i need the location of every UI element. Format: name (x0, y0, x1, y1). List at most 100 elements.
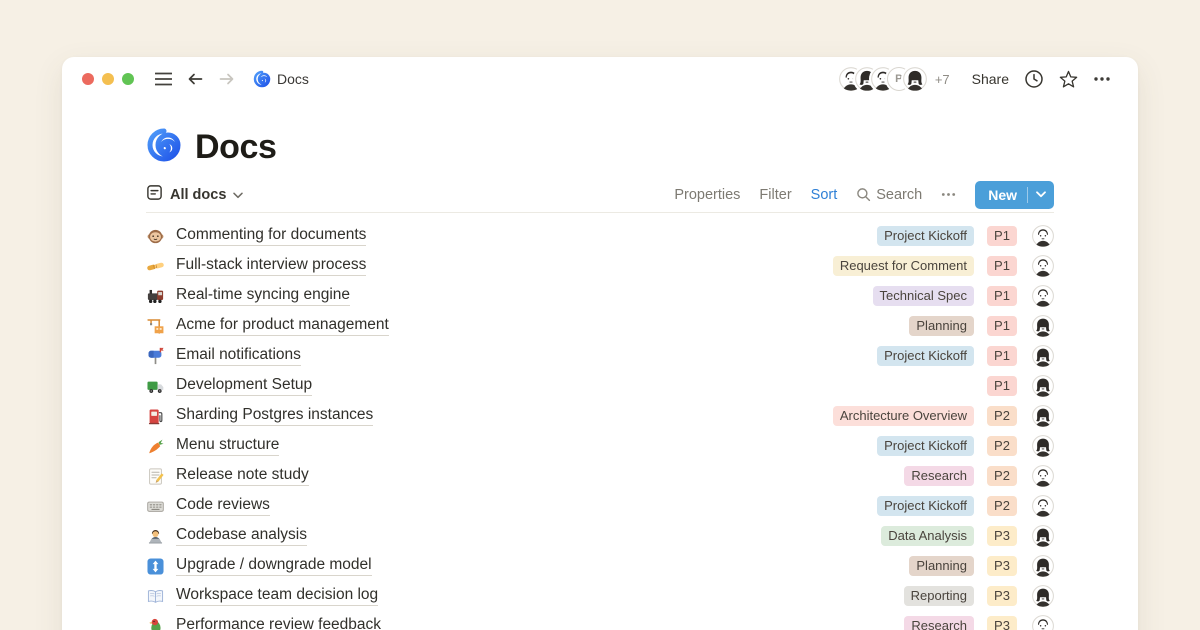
owner-avatar (1032, 285, 1054, 307)
doc-type-tag: Request for Comment (833, 256, 974, 276)
view-switcher-label: All docs (170, 187, 226, 203)
close-window-button[interactable] (82, 73, 94, 85)
priority-badge: P2 (987, 436, 1017, 456)
filter-button[interactable]: Filter (759, 187, 791, 203)
priority-badge: P3 (987, 616, 1017, 630)
doc-title-link[interactable]: Full-stack interview process (176, 256, 366, 276)
table-row[interactable]: Workspace team decision log Reporting P3 (146, 581, 1054, 611)
table-row[interactable]: Development Setup P1 (146, 371, 1054, 401)
doc-type-tag: Reporting (904, 586, 974, 606)
priority-badge: P1 (987, 316, 1017, 336)
search-label: Search (876, 187, 922, 203)
app-window: Docs P +7 Share Docs (62, 57, 1138, 630)
memo-icon (146, 467, 165, 486)
owner-avatar (1032, 225, 1054, 247)
docs-table: Commenting for documents Project Kickoff… (146, 221, 1054, 630)
parrot-icon (146, 617, 165, 630)
locomotive-icon (146, 287, 165, 306)
owner-avatar (1032, 555, 1054, 577)
zoom-window-button[interactable] (122, 73, 134, 85)
doc-type-tag: Project Kickoff (877, 226, 974, 246)
table-row[interactable]: Upgrade / downgrade model Planning P3 (146, 551, 1054, 581)
traffic-lights (82, 73, 134, 85)
fuel-pump-icon (146, 407, 165, 426)
truck-icon (146, 377, 165, 396)
table-row[interactable]: Full-stack interview process Request for… (146, 251, 1054, 281)
carrot-icon (146, 437, 165, 456)
priority-badge: P1 (987, 376, 1017, 396)
doc-title-link[interactable]: Email notifications (176, 346, 301, 366)
new-dropdown-chevron-icon[interactable] (1028, 181, 1054, 209)
favorite-star-icon[interactable] (1058, 69, 1079, 90)
owner-avatar (1032, 495, 1054, 517)
doc-title-link[interactable]: Real-time syncing engine (176, 286, 350, 306)
share-button[interactable]: Share (972, 71, 1009, 87)
doc-type-tag: Research (904, 616, 974, 630)
forward-icon[interactable] (218, 71, 236, 87)
doc-title-link[interactable]: Release note study (176, 466, 309, 486)
page-content: Docs All docs Properties Filter Sort (62, 125, 1138, 630)
properties-button[interactable]: Properties (674, 187, 740, 203)
doc-title-link[interactable]: Menu structure (176, 436, 279, 456)
minimize-window-button[interactable] (102, 73, 114, 85)
history-clock-icon[interactable] (1024, 69, 1044, 89)
table-row[interactable]: Real-time syncing engine Technical Spec … (146, 281, 1054, 311)
owner-avatar (1032, 315, 1054, 337)
owner-avatar (1032, 585, 1054, 607)
doc-title-link[interactable]: Codebase analysis (176, 526, 307, 546)
doc-list-icon (146, 184, 163, 205)
priority-badge: P1 (987, 286, 1017, 306)
search-icon (856, 187, 871, 202)
page-header: Docs (146, 125, 1054, 169)
window-doc-title: Docs (277, 71, 309, 87)
priority-badge: P1 (987, 346, 1017, 366)
sort-button[interactable]: Sort (811, 187, 838, 203)
collaborator-avatar[interactable] (903, 67, 927, 91)
table-row[interactable]: Commenting for documents Project Kickoff… (146, 221, 1054, 251)
doc-title-link[interactable]: Commenting for documents (176, 226, 366, 246)
chevron-down-icon (233, 187, 243, 203)
collaborator-avatar-stack: P (839, 67, 927, 91)
doc-title-link[interactable]: Upgrade / downgrade model (176, 556, 372, 576)
doc-type-tag: Data Analysis (881, 526, 974, 546)
table-row[interactable]: Codebase analysis Data Analysis P3 (146, 521, 1054, 551)
owner-avatar (1032, 255, 1054, 277)
doc-type-tag: Planning (909, 556, 974, 576)
hamburger-menu-icon[interactable] (155, 72, 172, 86)
table-row[interactable]: Release note study Research P2 (146, 461, 1054, 491)
doc-type-tag: Project Kickoff (877, 496, 974, 516)
crane-icon (146, 317, 165, 336)
doc-title-link[interactable]: Code reviews (176, 496, 270, 516)
table-row[interactable]: Email notifications Project Kickoff P1 (146, 341, 1054, 371)
doc-type-tag: Project Kickoff (877, 346, 974, 366)
new-button[interactable]: New (975, 181, 1027, 209)
table-row[interactable]: Performance review feedback Research P3 (146, 611, 1054, 630)
search-button[interactable]: Search (856, 187, 922, 203)
priority-badge: P1 (987, 226, 1017, 246)
doc-title-link[interactable]: Development Setup (176, 376, 312, 396)
doc-title-link[interactable]: Acme for product management (176, 316, 389, 336)
doc-title-link[interactable]: Workspace team decision log (176, 586, 378, 606)
table-row[interactable]: Menu structure Project Kickoff P2 (146, 431, 1054, 461)
priority-badge: P3 (987, 586, 1017, 606)
back-icon[interactable] (186, 71, 204, 87)
toolbar-more-icon[interactable] (941, 192, 956, 197)
doc-title-link[interactable]: Sharding Postgres instances (176, 406, 373, 426)
table-row[interactable]: Code reviews Project Kickoff P2 (146, 491, 1054, 521)
up-down-arrow-icon (146, 557, 165, 576)
doc-title-link[interactable]: Performance review feedback (176, 616, 381, 630)
monkey-icon (146, 227, 165, 246)
priority-badge: P1 (987, 256, 1017, 276)
priority-badge: P2 (987, 466, 1017, 486)
extra-collaborators-count[interactable]: +7 (935, 72, 950, 87)
open-book-icon (146, 587, 165, 606)
owner-avatar (1032, 525, 1054, 547)
app-spiral-logo-icon (253, 70, 271, 88)
view-switcher-all-docs[interactable]: All docs (146, 184, 243, 205)
table-row[interactable]: Sharding Postgres instances Architecture… (146, 401, 1054, 431)
table-row[interactable]: Acme for product management Planning P1 (146, 311, 1054, 341)
technologist-icon (146, 527, 165, 546)
more-options-icon[interactable] (1093, 76, 1111, 82)
view-toolbar: All docs Properties Filter Sort Search (146, 185, 1054, 213)
doc-type-tag: Architecture Overview (833, 406, 974, 426)
